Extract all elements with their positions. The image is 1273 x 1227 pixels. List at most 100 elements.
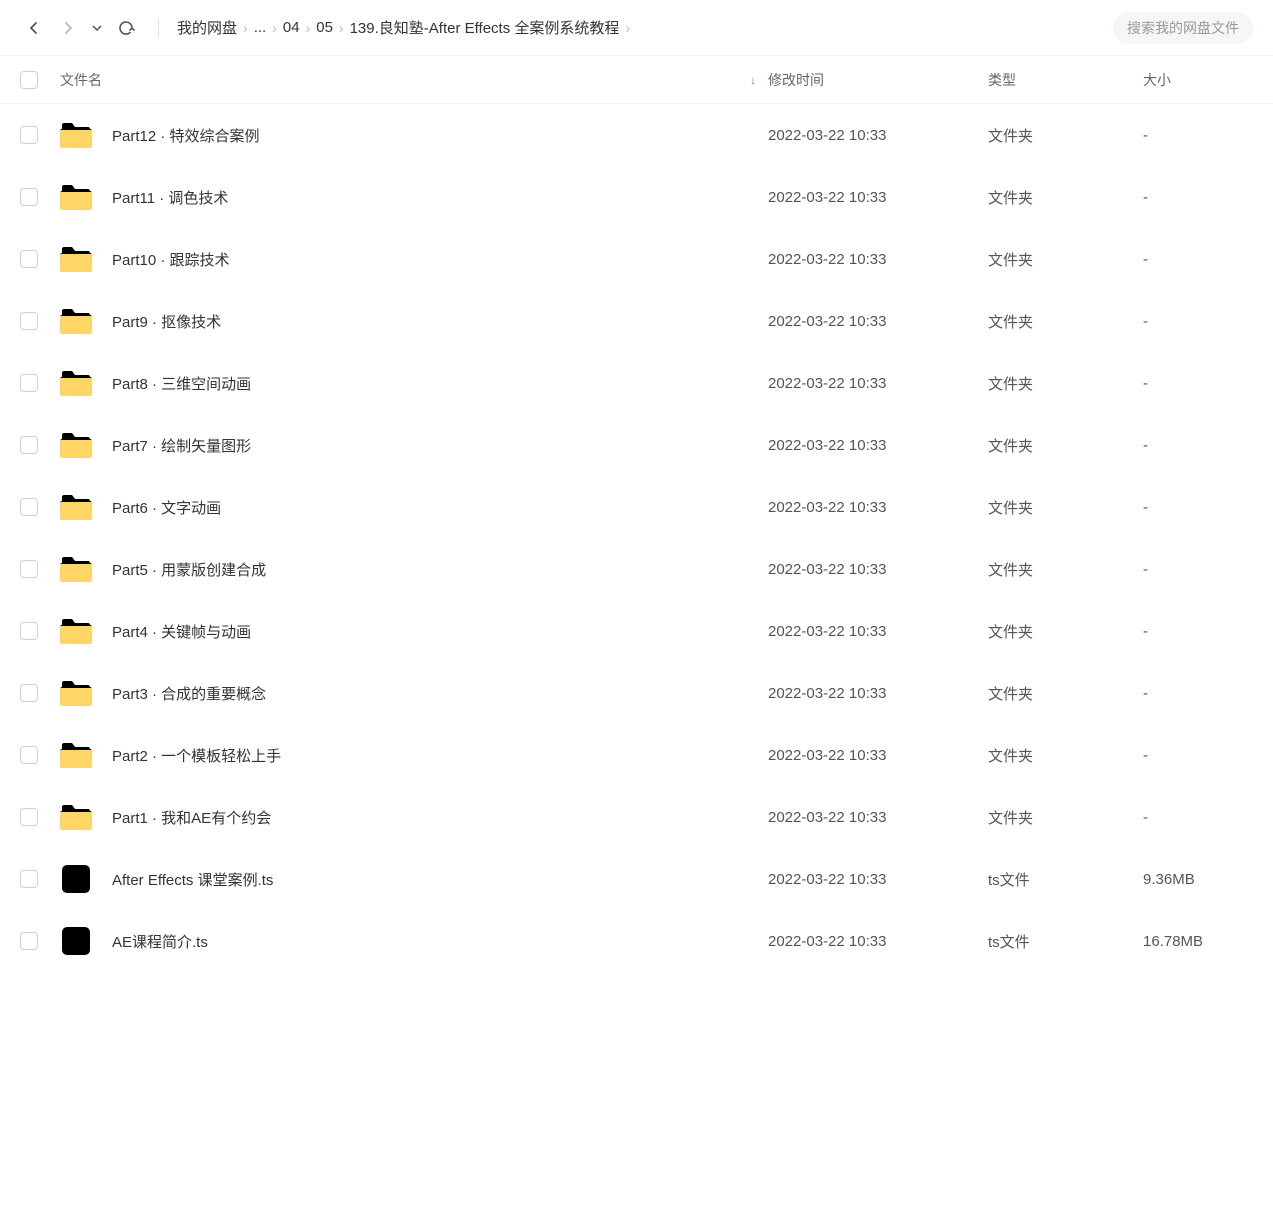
- file-type: 文件夹: [988, 559, 1143, 580]
- folder-icon: [60, 741, 92, 769]
- divider: [158, 18, 159, 38]
- file-row[interactable]: Part5 · 用蒙版创建合成 2022-03-22 10:33文件夹-: [0, 538, 1273, 600]
- file-name[interactable]: Part12 · 特效综合案例: [112, 125, 260, 146]
- row-checkbox[interactable]: [20, 870, 38, 888]
- row-checkbox[interactable]: [20, 312, 38, 330]
- breadcrumb-item[interactable]: 04: [283, 19, 300, 36]
- toolbar: 我的网盘 › ... › 04 › 05 › 139.良知塾-After Eff…: [0, 0, 1273, 56]
- file-type: 文件夹: [988, 187, 1143, 208]
- breadcrumb-item[interactable]: 我的网盘: [177, 17, 237, 38]
- folder-icon: [60, 493, 92, 521]
- file-name[interactable]: AE课程简介.ts: [112, 931, 208, 952]
- file-date: 2022-03-22 10:33: [768, 685, 988, 702]
- file-row[interactable]: Part3 · 合成的重要概念 2022-03-22 10:33文件夹-: [0, 662, 1273, 724]
- file-row[interactable]: AE课程简介.ts2022-03-22 10:33ts文件16.78MB: [0, 910, 1273, 972]
- file-size: -: [1143, 251, 1253, 268]
- refresh-button[interactable]: [112, 14, 140, 42]
- file-name[interactable]: Part5 · 用蒙版创建合成: [112, 559, 266, 580]
- folder-icon: [60, 617, 92, 645]
- file-date: 2022-03-22 10:33: [768, 623, 988, 640]
- file-name[interactable]: Part3 · 合成的重要概念: [112, 683, 266, 704]
- select-all-checkbox[interactable]: [20, 71, 38, 89]
- file-row[interactable]: Part6 · 文字动画2022-03-22 10:33文件夹-: [0, 476, 1273, 538]
- file-name[interactable]: Part10 · 跟踪技术: [112, 249, 230, 270]
- file-name[interactable]: Part8 · 三维空间动画: [112, 373, 251, 394]
- chevron-right-icon: [60, 20, 76, 36]
- file-row[interactable]: Part12 · 特效综合案例2022-03-22 10:33文件夹-: [0, 104, 1273, 166]
- row-checkbox[interactable]: [20, 498, 38, 516]
- file-row[interactable]: Part4 · 关键帧与动画2022-03-22 10:33文件夹-: [0, 600, 1273, 662]
- file-row[interactable]: Part10 · 跟踪技术2022-03-22 10:33文件夹-: [0, 228, 1273, 290]
- search-input[interactable]: 搜索我的网盘文件: [1113, 12, 1253, 44]
- file-type: 文件夹: [988, 497, 1143, 518]
- row-checkbox[interactable]: [20, 932, 38, 950]
- nav-back-button[interactable]: [20, 14, 48, 42]
- breadcrumb-item[interactable]: ...: [254, 19, 267, 36]
- file-name[interactable]: Part1 · 我和AE有个约会: [112, 807, 271, 828]
- row-checkbox[interactable]: [20, 374, 38, 392]
- file-size: -: [1143, 127, 1253, 144]
- folder-icon: [60, 307, 92, 335]
- file-row[interactable]: Part9 · 抠像技术2022-03-22 10:33文件夹-: [0, 290, 1273, 352]
- file-name[interactable]: Part6 · 文字动画: [112, 497, 221, 518]
- breadcrumb: 我的网盘 › ... › 04 › 05 › 139.良知塾-After Eff…: [177, 17, 1087, 38]
- row-checkbox[interactable]: [20, 622, 38, 640]
- column-header-type[interactable]: 类型: [988, 70, 1143, 90]
- file-name[interactable]: After Effects 课堂案例.ts: [112, 869, 273, 890]
- row-checkbox[interactable]: [20, 188, 38, 206]
- row-checkbox[interactable]: [20, 746, 38, 764]
- file-row[interactable]: Part8 · 三维空间动画 2022-03-22 10:33文件夹-: [0, 352, 1273, 414]
- row-checkbox[interactable]: [20, 684, 38, 702]
- file-size: -: [1143, 375, 1253, 392]
- breadcrumb-item[interactable]: 139.良知塾-After Effects 全案例系统教程: [350, 17, 620, 38]
- breadcrumb-item[interactable]: 05: [316, 19, 333, 36]
- file-row[interactable]: Part2 · 一个模板轻松上手2022-03-22 10:33文件夹-: [0, 724, 1273, 786]
- folder-icon: [60, 803, 92, 831]
- column-header-name[interactable]: 文件名 ↓: [60, 70, 768, 90]
- file-date: 2022-03-22 10:33: [768, 561, 988, 578]
- file-row[interactable]: Part7 · 绘制矢量图形2022-03-22 10:33文件夹-: [0, 414, 1273, 476]
- row-checkbox[interactable]: [20, 808, 38, 826]
- file-row[interactable]: Part1 · 我和AE有个约会2022-03-22 10:33文件夹-: [0, 786, 1273, 848]
- file-size: -: [1143, 561, 1253, 578]
- file-name[interactable]: Part4 · 关键帧与动画: [112, 621, 251, 642]
- file-date: 2022-03-22 10:33: [768, 871, 988, 888]
- row-checkbox[interactable]: [20, 126, 38, 144]
- row-checkbox[interactable]: [20, 250, 38, 268]
- file-type: 文件夹: [988, 373, 1143, 394]
- video-file-icon: [60, 927, 92, 955]
- file-date: 2022-03-22 10:33: [768, 127, 988, 144]
- breadcrumb-separator: ›: [272, 20, 277, 36]
- file-name[interactable]: Part9 · 抠像技术: [112, 311, 221, 332]
- column-header-size[interactable]: 大小: [1143, 70, 1253, 90]
- file-date: 2022-03-22 10:33: [768, 499, 988, 516]
- folder-icon: [60, 431, 92, 459]
- nav-history-dropdown[interactable]: [88, 14, 106, 42]
- file-type: 文件夹: [988, 745, 1143, 766]
- file-size: -: [1143, 685, 1253, 702]
- sort-descending-icon: ↓: [750, 73, 756, 87]
- folder-icon: [60, 369, 92, 397]
- file-date: 2022-03-22 10:33: [768, 313, 988, 330]
- file-date: 2022-03-22 10:33: [768, 375, 988, 392]
- file-name[interactable]: Part7 · 绘制矢量图形: [112, 435, 251, 456]
- file-name[interactable]: Part2 · 一个模板轻松上手: [112, 745, 281, 766]
- breadcrumb-separator: ›: [339, 20, 344, 36]
- nav-forward-button[interactable]: [54, 14, 82, 42]
- row-checkbox[interactable]: [20, 436, 38, 454]
- file-size: 16.78MB: [1143, 933, 1253, 950]
- file-row[interactable]: After Effects 课堂案例.ts2022-03-22 10:33ts文…: [0, 848, 1273, 910]
- column-header-row: 文件名 ↓ 修改时间 类型 大小: [0, 56, 1273, 104]
- column-header-date[interactable]: 修改时间: [768, 70, 988, 90]
- breadcrumb-separator: ›: [625, 20, 630, 36]
- file-row[interactable]: Part11 · 调色技术2022-03-22 10:33文件夹-: [0, 166, 1273, 228]
- video-file-icon: [60, 865, 92, 893]
- folder-icon: [60, 121, 92, 149]
- file-name[interactable]: Part11 · 调色技术: [112, 187, 228, 208]
- file-date: 2022-03-22 10:33: [768, 251, 988, 268]
- folder-icon: [60, 679, 92, 707]
- file-type: 文件夹: [988, 683, 1143, 704]
- row-checkbox[interactable]: [20, 560, 38, 578]
- folder-icon: [60, 183, 92, 211]
- file-size: 9.36MB: [1143, 871, 1253, 888]
